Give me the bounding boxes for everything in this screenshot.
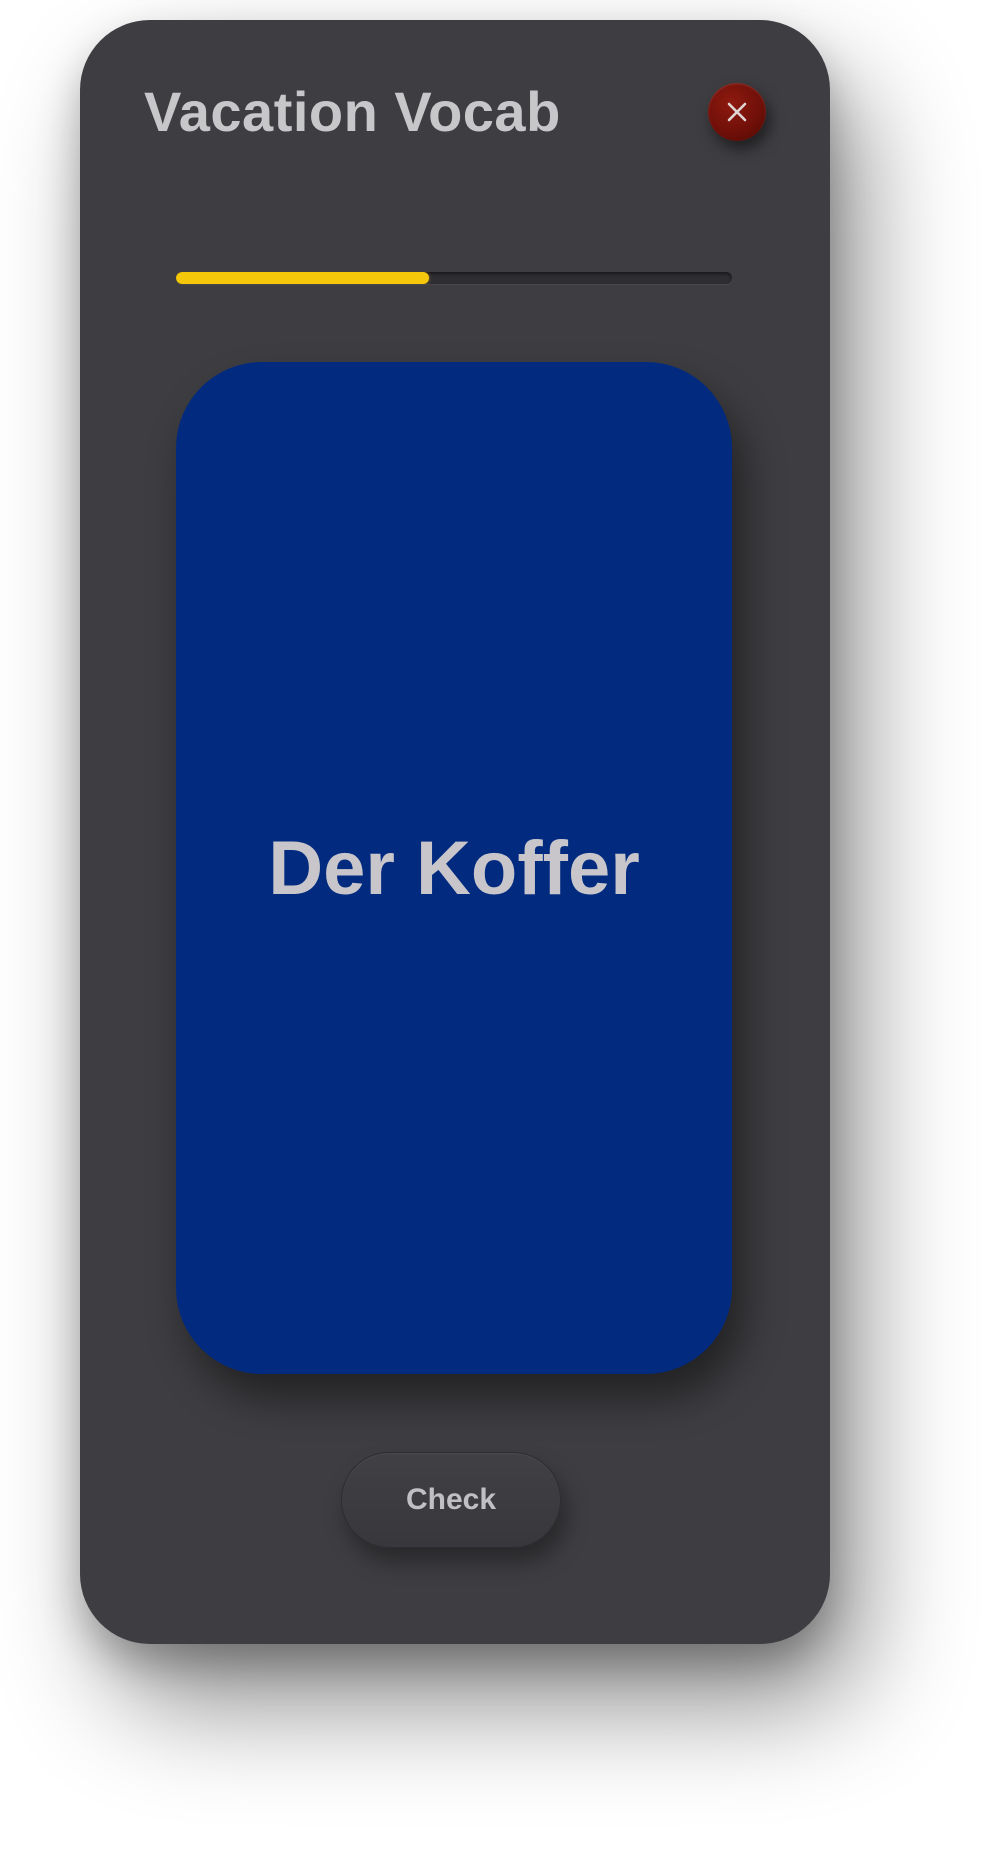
flashcard-word: Der Koffer	[268, 825, 640, 911]
check-button[interactable]: Check	[341, 1452, 561, 1548]
progress-bar	[176, 272, 732, 284]
close-icon	[727, 102, 747, 122]
app-window: Vacation Vocab Der Koffer Check	[80, 20, 830, 1644]
app-title: Vacation Vocab	[144, 80, 561, 143]
close-button[interactable]	[708, 83, 766, 141]
progress-fill	[176, 272, 429, 284]
flashcard[interactable]: Der Koffer	[176, 362, 732, 1374]
